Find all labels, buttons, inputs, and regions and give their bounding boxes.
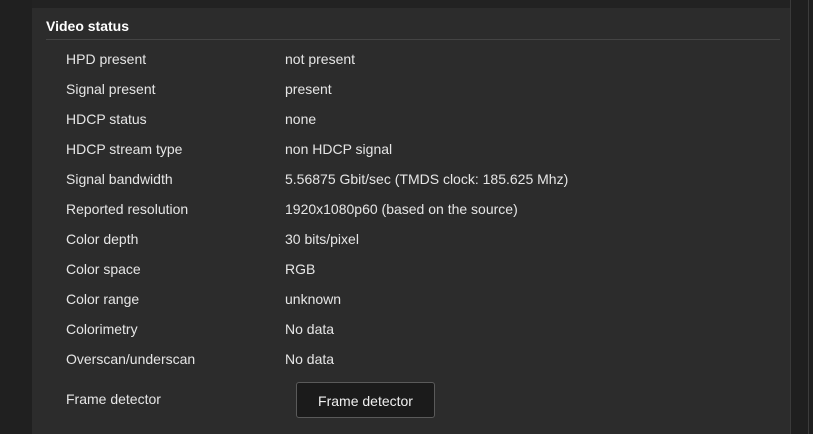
status-label: Signal bandwidth	[66, 171, 173, 187]
status-row-colorimetry: Colorimetry No data	[66, 316, 766, 346]
section-title: Video status	[46, 18, 129, 34]
status-value: No data	[285, 321, 335, 337]
status-value: not present	[285, 51, 356, 67]
status-label: HPD present	[66, 51, 147, 67]
status-value: 5.56875 Gbit/sec (TMDS clock: 185.625 Mh…	[285, 171, 569, 187]
frame-detector-button[interactable]: Frame detector	[296, 382, 435, 418]
status-label: HDCP status	[66, 111, 147, 127]
status-value: unknown	[285, 291, 342, 307]
section-divider	[46, 39, 780, 40]
status-row-hpd-present: HPD present not present	[66, 46, 766, 76]
status-row-signal-bandwidth: Signal bandwidth 5.56875 Gbit/sec (TMDS …	[66, 166, 766, 196]
status-row-signal-present: Signal present present	[66, 76, 766, 106]
status-value: none	[285, 111, 317, 127]
status-row-color-depth: Color depth 30 bits/pixel	[66, 226, 766, 256]
status-value: 30 bits/pixel	[285, 231, 359, 247]
status-row-reported-resolution: Reported resolution 1920x1080p60 (based …	[66, 196, 766, 226]
status-row-hdcp-status: HDCP status none	[66, 106, 766, 136]
status-row-color-space: Color space RGB	[66, 256, 766, 286]
status-row-hdcp-stream-type: HDCP stream type non HDCP signal	[66, 136, 766, 166]
video-status-window: Video status HPD present not present Sig…	[0, 0, 813, 434]
status-value: non HDCP signal	[285, 141, 393, 157]
status-value: RGB	[285, 261, 316, 277]
status-label: Colorimetry	[66, 321, 138, 337]
status-label: Color range	[66, 291, 140, 307]
status-label: Color depth	[66, 231, 139, 247]
status-label: Reported resolution	[66, 201, 189, 217]
status-value: No data	[285, 351, 335, 367]
left-gutter	[0, 0, 32, 434]
status-label: Overscan/underscan	[66, 351, 196, 367]
status-list: HPD present not present Signal present p…	[66, 46, 766, 376]
status-row-overscan-underscan: Overscan/underscan No data	[66, 346, 766, 376]
scrollbar-divider	[808, 0, 809, 434]
status-label: HDCP stream type	[66, 141, 183, 157]
status-value: present	[285, 81, 332, 97]
status-row-color-range: Color range unknown	[66, 286, 766, 316]
frame-detector-label: Frame detector	[66, 391, 161, 407]
frame-detector-row: Frame detector Frame detector	[66, 382, 766, 422]
vertical-scrollbar-track[interactable]	[790, 0, 813, 434]
status-label: Signal present	[66, 81, 156, 97]
status-value: 1920x1080p60 (based on the source)	[285, 201, 518, 217]
status-label: Color space	[66, 261, 141, 277]
